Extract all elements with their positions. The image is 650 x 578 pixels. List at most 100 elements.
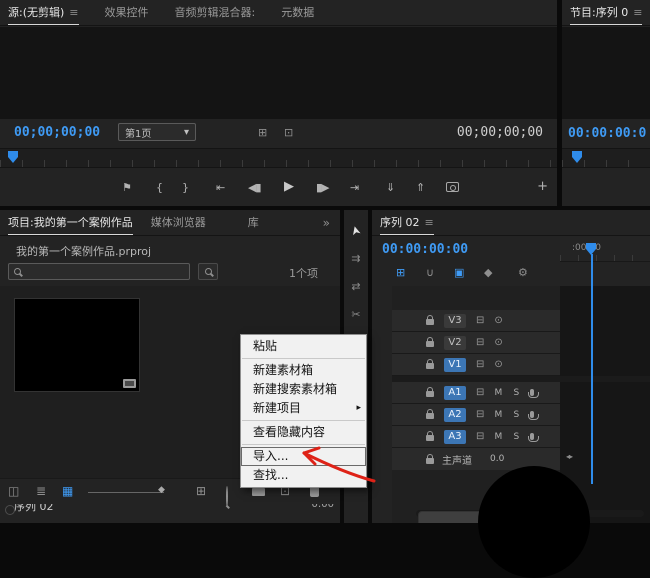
- razor-tool-icon[interactable]: ✂: [351, 308, 360, 321]
- fit-icon[interactable]: ⊡: [284, 126, 293, 139]
- mute-button[interactable]: M: [494, 388, 503, 398]
- sync-lock-icon[interactable]: ⊟: [476, 315, 484, 326]
- mark-out-icon[interactable]: }: [182, 181, 189, 194]
- button-editor-plus-icon[interactable]: +: [537, 179, 548, 194]
- trash-icon[interactable]: [308, 485, 321, 497]
- sync-lock-icon[interactable]: ⊟: [476, 337, 484, 348]
- solo-button[interactable]: S: [512, 410, 520, 420]
- track-label-a3[interactable]: A3: [444, 429, 466, 444]
- source-ruler[interactable]: [0, 148, 557, 168]
- track-select-tool-icon[interactable]: ⇉: [351, 252, 360, 265]
- lock-icon[interactable]: [426, 453, 434, 464]
- lock-icon[interactable]: [426, 387, 434, 397]
- lock-icon[interactable]: [426, 431, 434, 441]
- step-forward-icon[interactable]: ▮▶: [316, 181, 329, 194]
- lock-icon[interactable]: [426, 315, 434, 325]
- find-icon[interactable]: [226, 486, 228, 507]
- menu-item-new-item[interactable]: 新建项目 ▸: [241, 399, 366, 418]
- add-marker-icon[interactable]: ⚑: [122, 181, 132, 194]
- track-label-a1[interactable]: A1: [444, 385, 466, 400]
- master-volume-value[interactable]: 0.0: [490, 454, 504, 464]
- settings-grid-icon[interactable]: ⊞: [258, 126, 267, 139]
- overwrite-icon[interactable]: ⇑: [416, 181, 425, 194]
- step-back-icon[interactable]: ◀▮: [248, 181, 261, 194]
- track-row-a1[interactable]: A1 ⊟ M S: [392, 382, 560, 404]
- tab-source[interactable]: 源:(无剪辑) ≡: [8, 0, 79, 25]
- linked-selection-icon[interactable]: ▣: [454, 266, 464, 279]
- sync-lock-icon[interactable]: ⊟: [476, 387, 484, 398]
- pan-keyframe-icon[interactable]: ◂▸: [566, 452, 573, 461]
- solo-button[interactable]: S: [512, 432, 520, 442]
- mark-in-icon[interactable]: {: [156, 181, 163, 194]
- timeline-ruler[interactable]: :00:00: [560, 236, 650, 262]
- solo-button[interactable]: S: [512, 388, 520, 398]
- mute-button[interactable]: M: [494, 410, 503, 420]
- lock-icon[interactable]: [426, 337, 434, 347]
- zoom-slider-track[interactable]: [88, 492, 164, 493]
- panel-menu-icon[interactable]: ≡: [425, 211, 434, 235]
- sync-lock-icon[interactable]: ⊟: [476, 409, 484, 420]
- go-to-in-icon[interactable]: ⇤: [216, 181, 225, 194]
- menu-item-new-bin[interactable]: 新建素材箱: [241, 361, 366, 380]
- tab-sequence-02[interactable]: 序列 02 ≡: [380, 210, 434, 235]
- snap-icon[interactable]: ∪: [426, 266, 434, 279]
- export-frame-icon[interactable]: [446, 182, 459, 192]
- sync-lock-icon[interactable]: ⊟: [476, 359, 484, 370]
- mic-icon[interactable]: [527, 433, 539, 442]
- ripple-edit-tool-icon[interactable]: ⇄: [351, 280, 360, 293]
- mic-icon[interactable]: [527, 411, 539, 420]
- mute-button[interactable]: M: [494, 432, 503, 442]
- track-row-a3[interactable]: A3 ⊟ M S: [392, 426, 560, 448]
- panel-menu-icon[interactable]: ≡: [69, 1, 78, 25]
- menu-item-find[interactable]: 查找...: [241, 466, 366, 485]
- track-label-v1[interactable]: V1: [444, 357, 466, 372]
- toggle-output-icon[interactable]: ⊙: [494, 359, 502, 370]
- track-label-v2[interactable]: V2: [444, 335, 466, 350]
- track-label-a2[interactable]: A2: [444, 407, 466, 422]
- page-dropdown[interactable]: 第1页 ▾: [118, 123, 196, 141]
- tab-metadata[interactable]: 元数据: [281, 0, 314, 25]
- add-marker-icon[interactable]: ◆: [484, 266, 492, 279]
- nest-toggle-icon[interactable]: ⊞: [396, 266, 405, 279]
- menu-item-paste[interactable]: 粘贴: [241, 337, 366, 356]
- timeline-settings-icon[interactable]: ⚙: [518, 266, 528, 279]
- tab-libraries[interactable]: 库: [248, 210, 259, 235]
- sync-lock-icon[interactable]: ⊟: [476, 431, 484, 442]
- search-input[interactable]: [8, 263, 190, 280]
- insert-icon[interactable]: ⇓: [386, 181, 395, 194]
- tab-effect-controls[interactable]: 效果控件: [105, 0, 149, 25]
- list-view-icon[interactable]: ≣: [36, 484, 46, 498]
- search-bin-button[interactable]: [198, 263, 218, 280]
- readout-view-icon[interactable]: ◫: [8, 484, 19, 498]
- source-timecode[interactable]: 00;00;00;00: [14, 125, 100, 140]
- track-row-v2[interactable]: V2 ⊟ ⊙: [392, 332, 560, 354]
- menu-item-import[interactable]: 导入...: [241, 447, 366, 466]
- program-timecode[interactable]: 00:00:00:0: [568, 126, 646, 141]
- selection-tool-icon[interactable]: ➤: [347, 224, 363, 237]
- tab-program[interactable]: 节目:序列 0 ≡: [570, 0, 642, 25]
- automate-to-sequence-icon[interactable]: ⊞: [196, 484, 206, 498]
- toggle-output-icon[interactable]: ⊙: [494, 337, 502, 348]
- icon-view-icon[interactable]: ▦: [62, 484, 73, 498]
- lock-icon[interactable]: [426, 409, 434, 419]
- track-row-v3[interactable]: V3 ⊟ ⊙: [392, 310, 560, 332]
- zoom-slider-handle[interactable]: ◆: [158, 485, 165, 495]
- panel-menu-icon[interactable]: ≡: [633, 1, 642, 25]
- tab-overflow-icon[interactable]: »: [323, 216, 330, 230]
- timeline-playhead-line[interactable]: [591, 254, 593, 484]
- menu-item-new-search-bin[interactable]: 新建搜索素材箱: [241, 380, 366, 399]
- tab-project[interactable]: 项目:我的第一个案例作品: [8, 210, 133, 235]
- track-row-v1[interactable]: V1 ⊟ ⊙: [392, 354, 560, 376]
- menu-item-view-hidden[interactable]: 查看隐藏内容: [241, 423, 366, 442]
- program-ruler[interactable]: [562, 148, 650, 168]
- lock-icon[interactable]: [426, 359, 434, 369]
- new-bin-icon[interactable]: [252, 486, 265, 496]
- tab-media-browser[interactable]: 媒体浏览器: [151, 210, 206, 235]
- tab-audio-clip-mixer[interactable]: 音频剪辑混合器:: [175, 0, 256, 25]
- timeline-timecode[interactable]: 00:00:00:00: [382, 242, 468, 257]
- sequence-thumbnail[interactable]: [14, 298, 140, 392]
- go-to-out-icon[interactable]: ⇥: [350, 181, 359, 194]
- play-icon[interactable]: ▶: [284, 179, 294, 194]
- track-label-v3[interactable]: V3: [444, 313, 466, 328]
- toggle-output-icon[interactable]: ⊙: [494, 315, 502, 326]
